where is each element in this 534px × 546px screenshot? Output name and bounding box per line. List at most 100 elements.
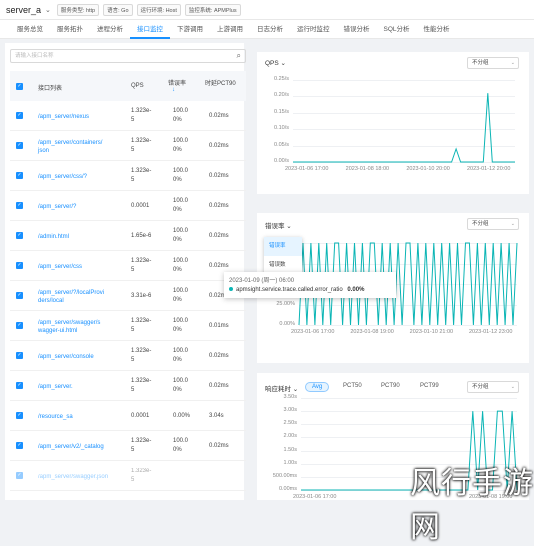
- qps-value: 3.31e-6: [131, 293, 152, 299]
- latency-value: 0.02ms: [209, 353, 229, 359]
- row-checkbox[interactable]: ✓: [16, 382, 23, 389]
- group-select[interactable]: 不分组 ⌄: [467, 57, 519, 69]
- tab-downstream[interactable]: 下游调用: [170, 20, 210, 39]
- table-row[interactable]: ✓ /apm_server/css 1.323e- 5 100.0 0% 0.02ms: [10, 251, 246, 281]
- error-rate-value: [173, 472, 203, 481]
- endpoint-link[interactable]: /apm_server/css/?: [38, 173, 128, 181]
- chevron-down-icon: ⌄: [510, 221, 515, 227]
- pill-pct50[interactable]: PCT50: [337, 382, 368, 390]
- search-icon[interactable]: ⌕: [237, 51, 241, 61]
- chart-tooltip: 2023-01-09 (周一) 06:00 apmsight.service.t…: [224, 272, 396, 298]
- grid-line: [299, 325, 517, 326]
- endpoint-link[interactable]: /apm_server/?/localProvi ders/local: [38, 289, 128, 305]
- endpoint-link[interactable]: /apm_server/?: [38, 203, 128, 211]
- y-tick-label: 0.10/s: [274, 125, 289, 132]
- endpoint-link[interactable]: /resource_sa: [38, 413, 128, 421]
- tab-sql[interactable]: SQL分析: [377, 20, 417, 39]
- group-select[interactable]: 不分组 ⌄: [467, 218, 519, 230]
- tab-bar: 服务总览 服务拓扑 进程分析 接口监控 下游调用 上游调用 日志分析 运行时监控…: [0, 20, 534, 39]
- series-dot-icon: [229, 287, 233, 292]
- service-name[interactable]: server_a: [6, 5, 41, 15]
- y-tick-label: 500.00ms: [272, 472, 297, 479]
- tab-topology[interactable]: 服务拓扑: [50, 20, 90, 39]
- y-tick-label: 0.05/s: [274, 141, 289, 148]
- row-checkbox[interactable]: ✓: [16, 142, 23, 149]
- column-error-rate[interactable]: 错误率: [168, 78, 186, 87]
- endpoint-link[interactable]: /apm_server/v2/_catalog: [38, 443, 128, 451]
- pill-avg[interactable]: Avg: [305, 382, 330, 392]
- endpoint-link[interactable]: /apm_server/swagger/s wagger-ui.html: [38, 319, 128, 335]
- latency-value: 0.02ms: [209, 263, 229, 269]
- tab-overview[interactable]: 服务总览: [10, 20, 50, 39]
- table-row[interactable]: ✓ /apm_server. 1.323e- 5 100.0 0% 0.02ms: [10, 371, 246, 401]
- endpoint-link[interactable]: /apm_server/swagger.json: [38, 473, 128, 481]
- row-checkbox[interactable]: ✓: [16, 322, 23, 329]
- y-tick-label: 0.25/s: [274, 76, 289, 82]
- chevron-down-icon[interactable]: ⌄: [45, 6, 51, 14]
- qps-title[interactable]: QPS ⌄: [265, 59, 286, 67]
- error-rate-value: 100.0 0%: [173, 258, 189, 273]
- endpoint-link[interactable]: /apm_server.: [38, 383, 128, 391]
- tooltip-value: 0.00%: [347, 287, 365, 293]
- table-row[interactable]: ✓ /apm_server/? 0.0001 100.0 0% 0.02ms: [10, 191, 246, 221]
- error-rate-value: 100.0 0%: [173, 348, 189, 363]
- column-latency-pct90[interactable]: 时延PCT90: [205, 78, 236, 87]
- tab-logs[interactable]: 日志分析: [250, 20, 290, 39]
- error-rate-title[interactable]: 错误率 ⌄: [265, 220, 292, 230]
- row-checkbox[interactable]: ✓: [16, 472, 23, 479]
- tab-errors[interactable]: 错误分析: [337, 20, 377, 39]
- endpoint-link[interactable]: /admin.html: [38, 233, 128, 241]
- qps-value: 1.323e- 5: [131, 468, 152, 483]
- series-line: [293, 93, 515, 163]
- row-checkbox[interactable]: ✓: [16, 112, 23, 119]
- table-row[interactable]: ✓ /apm_server/swagger/s wagger-ui.html 1.32…: [10, 311, 246, 341]
- latency-title[interactable]: 响应耗时 ⌄: [265, 383, 298, 393]
- qps-value: 1.323e- 5: [131, 318, 152, 333]
- error-rate-value: 100.0 0%: [173, 198, 189, 213]
- table-row[interactable]: ✓ /apm_server/v2/_catalog 1.323e- 5 100.0 0% 0…: [10, 431, 246, 461]
- error-rate-value: 100.0 0%: [173, 378, 189, 393]
- search-input[interactable]: 请输入接口名称 ⌕: [10, 49, 246, 63]
- sort-desc-icon[interactable]: ↓: [172, 87, 175, 93]
- select-all-checkbox[interactable]: ✓: [16, 83, 23, 90]
- dropdown-item-error-rate[interactable]: 错误率: [264, 237, 302, 256]
- table-row[interactable]: ✓ /apm_server/swagger.json 1.323e- 5: [10, 461, 246, 491]
- table-row[interactable]: ✓ /admin.html 1.65e-6 100.0 0% 0.02ms: [10, 221, 246, 251]
- row-checkbox[interactable]: ✓: [16, 352, 23, 359]
- endpoint-link[interactable]: /apm_server/console: [38, 353, 128, 361]
- group-select[interactable]: 不分组 ⌄: [467, 381, 519, 393]
- endpoint-link[interactable]: /apm_server/nexus: [38, 113, 128, 121]
- table-header: ✓ 接口列表 QPS 错误率 ↓ 时延PCT90: [10, 71, 246, 101]
- tab-endpoint-monitor[interactable]: 接口监控: [130, 20, 170, 39]
- tab-upstream[interactable]: 上游调用: [210, 20, 250, 39]
- pill-pct99[interactable]: PCT99: [414, 382, 445, 390]
- qps-value: 1.323e- 5: [131, 138, 152, 153]
- table-row[interactable]: ✓ /resource_sa 0.0001 0.00% 3.04s: [10, 401, 246, 431]
- endpoint-link[interactable]: /apm_server/containers/json: [38, 139, 128, 155]
- service-header: server_a ⌄ 服务类型: http 语言: Go 运行环境: Host …: [0, 0, 534, 20]
- row-checkbox[interactable]: ✓: [16, 412, 23, 419]
- row-checkbox[interactable]: ✓: [16, 262, 23, 269]
- row-checkbox[interactable]: ✓: [16, 292, 23, 299]
- latency-value: 0.02ms: [209, 443, 229, 449]
- y-tick-label: 1.50s: [283, 446, 297, 453]
- table-row[interactable]: ✓ /apm_server/console 1.323e- 5 100.0 0% 0.02m…: [10, 341, 246, 371]
- table-row[interactable]: ✓ /apm_server/css/? 1.323e- 5 100.0 0% 0.02ms: [10, 161, 246, 191]
- table-row[interactable]: ✓ /apm_server/containers/json 1.323e- 5 100.…: [10, 131, 246, 161]
- column-endpoint[interactable]: 接口列表: [38, 83, 62, 92]
- table-row[interactable]: ✓ /apm_server/?/localProvi ders/local 3.31e…: [10, 281, 246, 311]
- x-tick-label: 2023-01-08 18:00: [345, 166, 390, 172]
- column-qps[interactable]: QPS: [131, 83, 144, 89]
- row-checkbox[interactable]: ✓: [16, 232, 23, 239]
- endpoint-link[interactable]: /apm_server/css: [38, 263, 128, 271]
- row-checkbox[interactable]: ✓: [16, 202, 23, 209]
- pill-pct90[interactable]: PCT90: [375, 382, 406, 390]
- service-tag: 服务类型: http: [56, 3, 100, 16]
- tab-process[interactable]: 进程分析: [90, 20, 130, 39]
- qps-value: 1.323e- 5: [131, 168, 152, 183]
- tab-performance[interactable]: 性能分析: [417, 20, 457, 39]
- row-checkbox[interactable]: ✓: [16, 172, 23, 179]
- table-row[interactable]: ✓ /apm_server/nexus 1.323e- 5 100.0 0% 0.02ms: [10, 101, 246, 131]
- row-checkbox[interactable]: ✓: [16, 442, 23, 449]
- tab-runtime[interactable]: 运行时监控: [290, 20, 337, 39]
